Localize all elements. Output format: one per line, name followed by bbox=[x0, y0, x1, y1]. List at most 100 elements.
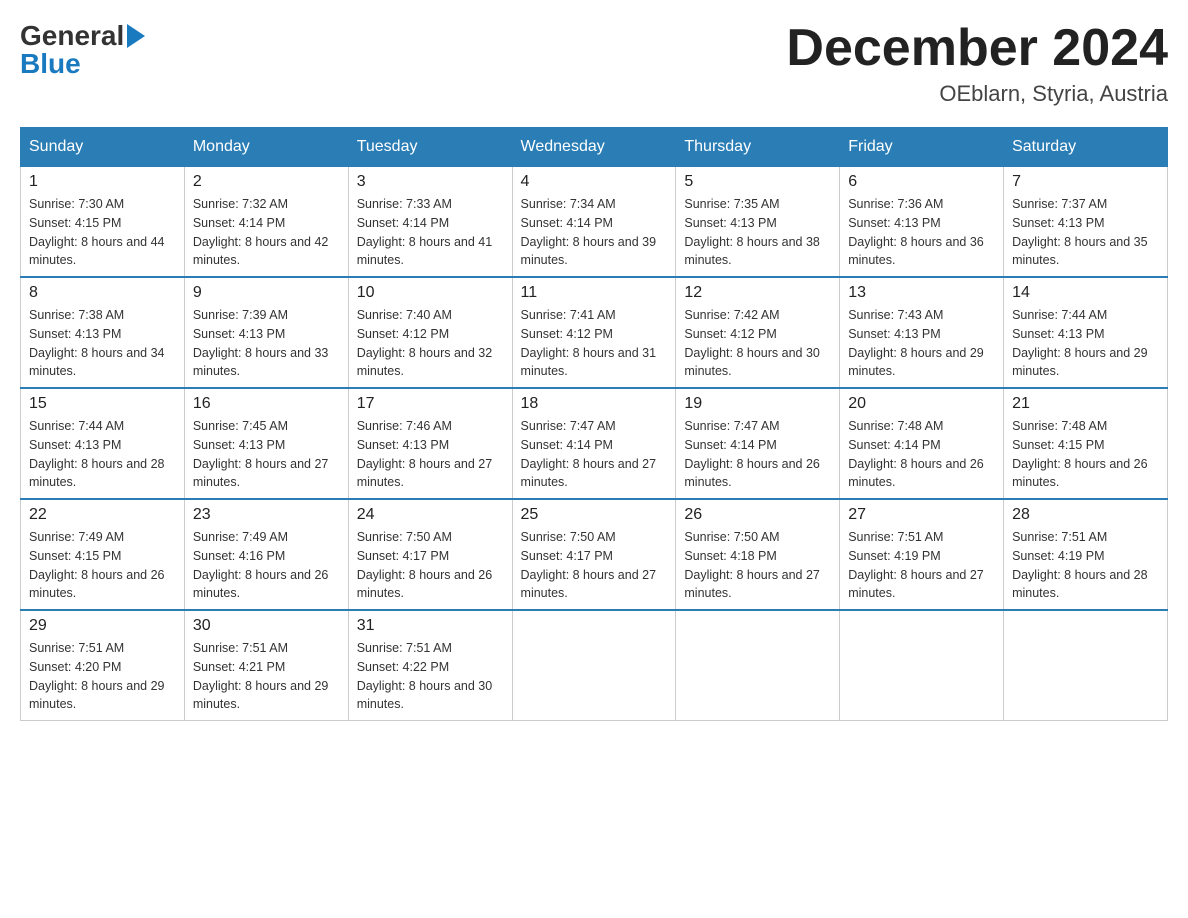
calendar-week-row: 15 Sunrise: 7:44 AM Sunset: 4:13 PM Dayl… bbox=[21, 388, 1168, 499]
logo-triangle-icon bbox=[127, 24, 145, 48]
day-info: Sunrise: 7:51 AM Sunset: 4:20 PM Dayligh… bbox=[29, 639, 176, 714]
calendar-cell bbox=[676, 610, 840, 721]
logo: General Blue bbox=[20, 20, 145, 80]
day-number: 23 bbox=[193, 506, 340, 524]
calendar-cell: 13 Sunrise: 7:43 AM Sunset: 4:13 PM Dayl… bbox=[840, 277, 1004, 388]
day-info: Sunrise: 7:35 AM Sunset: 4:13 PM Dayligh… bbox=[684, 195, 831, 270]
day-number: 21 bbox=[1012, 395, 1159, 413]
day-number: 2 bbox=[193, 173, 340, 191]
day-number: 1 bbox=[29, 173, 176, 191]
day-info: Sunrise: 7:49 AM Sunset: 4:16 PM Dayligh… bbox=[193, 528, 340, 603]
day-info: Sunrise: 7:48 AM Sunset: 4:15 PM Dayligh… bbox=[1012, 417, 1159, 492]
day-number: 29 bbox=[29, 617, 176, 635]
day-number: 13 bbox=[848, 284, 995, 302]
day-info: Sunrise: 7:44 AM Sunset: 4:13 PM Dayligh… bbox=[1012, 306, 1159, 381]
day-number: 20 bbox=[848, 395, 995, 413]
calendar-header-wednesday: Wednesday bbox=[512, 128, 676, 167]
calendar-cell: 18 Sunrise: 7:47 AM Sunset: 4:14 PM Dayl… bbox=[512, 388, 676, 499]
day-info: Sunrise: 7:33 AM Sunset: 4:14 PM Dayligh… bbox=[357, 195, 504, 270]
calendar-cell: 26 Sunrise: 7:50 AM Sunset: 4:18 PM Dayl… bbox=[676, 499, 840, 610]
calendar-cell: 5 Sunrise: 7:35 AM Sunset: 4:13 PM Dayli… bbox=[676, 167, 840, 278]
month-title: December 2024 bbox=[786, 20, 1168, 77]
calendar-cell: 6 Sunrise: 7:36 AM Sunset: 4:13 PM Dayli… bbox=[840, 167, 1004, 278]
calendar-cell: 27 Sunrise: 7:51 AM Sunset: 4:19 PM Dayl… bbox=[840, 499, 1004, 610]
day-info: Sunrise: 7:32 AM Sunset: 4:14 PM Dayligh… bbox=[193, 195, 340, 270]
day-number: 4 bbox=[521, 173, 668, 191]
calendar-cell: 29 Sunrise: 7:51 AM Sunset: 4:20 PM Dayl… bbox=[21, 610, 185, 721]
calendar-cell: 28 Sunrise: 7:51 AM Sunset: 4:19 PM Dayl… bbox=[1004, 499, 1168, 610]
day-number: 7 bbox=[1012, 173, 1159, 191]
calendar-cell: 10 Sunrise: 7:40 AM Sunset: 4:12 PM Dayl… bbox=[348, 277, 512, 388]
day-info: Sunrise: 7:51 AM Sunset: 4:21 PM Dayligh… bbox=[193, 639, 340, 714]
day-number: 19 bbox=[684, 395, 831, 413]
calendar-cell bbox=[1004, 610, 1168, 721]
calendar-cell: 15 Sunrise: 7:44 AM Sunset: 4:13 PM Dayl… bbox=[21, 388, 185, 499]
calendar-cell: 30 Sunrise: 7:51 AM Sunset: 4:21 PM Dayl… bbox=[184, 610, 348, 721]
calendar-cell: 8 Sunrise: 7:38 AM Sunset: 4:13 PM Dayli… bbox=[21, 277, 185, 388]
day-number: 26 bbox=[684, 506, 831, 524]
day-info: Sunrise: 7:42 AM Sunset: 4:12 PM Dayligh… bbox=[684, 306, 831, 381]
day-info: Sunrise: 7:36 AM Sunset: 4:13 PM Dayligh… bbox=[848, 195, 995, 270]
day-info: Sunrise: 7:43 AM Sunset: 4:13 PM Dayligh… bbox=[848, 306, 995, 381]
calendar-cell bbox=[512, 610, 676, 721]
day-number: 24 bbox=[357, 506, 504, 524]
calendar-header-tuesday: Tuesday bbox=[348, 128, 512, 167]
calendar-week-row: 8 Sunrise: 7:38 AM Sunset: 4:13 PM Dayli… bbox=[21, 277, 1168, 388]
day-number: 12 bbox=[684, 284, 831, 302]
day-number: 30 bbox=[193, 617, 340, 635]
calendar-cell: 24 Sunrise: 7:50 AM Sunset: 4:17 PM Dayl… bbox=[348, 499, 512, 610]
day-info: Sunrise: 7:37 AM Sunset: 4:13 PM Dayligh… bbox=[1012, 195, 1159, 270]
day-number: 14 bbox=[1012, 284, 1159, 302]
day-number: 28 bbox=[1012, 506, 1159, 524]
day-number: 31 bbox=[357, 617, 504, 635]
day-info: Sunrise: 7:39 AM Sunset: 4:13 PM Dayligh… bbox=[193, 306, 340, 381]
day-number: 10 bbox=[357, 284, 504, 302]
calendar-week-row: 1 Sunrise: 7:30 AM Sunset: 4:15 PM Dayli… bbox=[21, 167, 1168, 278]
day-number: 6 bbox=[848, 173, 995, 191]
calendar-cell: 22 Sunrise: 7:49 AM Sunset: 4:15 PM Dayl… bbox=[21, 499, 185, 610]
calendar-cell: 9 Sunrise: 7:39 AM Sunset: 4:13 PM Dayli… bbox=[184, 277, 348, 388]
calendar-cell: 23 Sunrise: 7:49 AM Sunset: 4:16 PM Dayl… bbox=[184, 499, 348, 610]
day-info: Sunrise: 7:46 AM Sunset: 4:13 PM Dayligh… bbox=[357, 417, 504, 492]
day-number: 11 bbox=[521, 284, 668, 302]
calendar-cell: 1 Sunrise: 7:30 AM Sunset: 4:15 PM Dayli… bbox=[21, 167, 185, 278]
day-number: 5 bbox=[684, 173, 831, 191]
calendar-cell bbox=[840, 610, 1004, 721]
day-number: 16 bbox=[193, 395, 340, 413]
day-info: Sunrise: 7:41 AM Sunset: 4:12 PM Dayligh… bbox=[521, 306, 668, 381]
calendar-cell: 16 Sunrise: 7:45 AM Sunset: 4:13 PM Dayl… bbox=[184, 388, 348, 499]
day-number: 9 bbox=[193, 284, 340, 302]
calendar-week-row: 29 Sunrise: 7:51 AM Sunset: 4:20 PM Dayl… bbox=[21, 610, 1168, 721]
day-info: Sunrise: 7:50 AM Sunset: 4:17 PM Dayligh… bbox=[521, 528, 668, 603]
day-number: 17 bbox=[357, 395, 504, 413]
calendar-table: SundayMondayTuesdayWednesdayThursdayFrid… bbox=[20, 127, 1168, 721]
day-info: Sunrise: 7:30 AM Sunset: 4:15 PM Dayligh… bbox=[29, 195, 176, 270]
logo-blue-text: Blue bbox=[20, 48, 81, 80]
location-text: OEblarn, Styria, Austria bbox=[786, 81, 1168, 107]
day-number: 3 bbox=[357, 173, 504, 191]
calendar-header-friday: Friday bbox=[840, 128, 1004, 167]
calendar-header-monday: Monday bbox=[184, 128, 348, 167]
day-number: 8 bbox=[29, 284, 176, 302]
day-info: Sunrise: 7:51 AM Sunset: 4:19 PM Dayligh… bbox=[848, 528, 995, 603]
day-info: Sunrise: 7:51 AM Sunset: 4:19 PM Dayligh… bbox=[1012, 528, 1159, 603]
day-info: Sunrise: 7:51 AM Sunset: 4:22 PM Dayligh… bbox=[357, 639, 504, 714]
day-info: Sunrise: 7:50 AM Sunset: 4:18 PM Dayligh… bbox=[684, 528, 831, 603]
calendar-cell: 14 Sunrise: 7:44 AM Sunset: 4:13 PM Dayl… bbox=[1004, 277, 1168, 388]
day-info: Sunrise: 7:34 AM Sunset: 4:14 PM Dayligh… bbox=[521, 195, 668, 270]
day-info: Sunrise: 7:50 AM Sunset: 4:17 PM Dayligh… bbox=[357, 528, 504, 603]
day-info: Sunrise: 7:38 AM Sunset: 4:13 PM Dayligh… bbox=[29, 306, 176, 381]
calendar-week-row: 22 Sunrise: 7:49 AM Sunset: 4:15 PM Dayl… bbox=[21, 499, 1168, 610]
day-info: Sunrise: 7:47 AM Sunset: 4:14 PM Dayligh… bbox=[521, 417, 668, 492]
day-info: Sunrise: 7:49 AM Sunset: 4:15 PM Dayligh… bbox=[29, 528, 176, 603]
day-number: 22 bbox=[29, 506, 176, 524]
day-info: Sunrise: 7:47 AM Sunset: 4:14 PM Dayligh… bbox=[684, 417, 831, 492]
page-header: General Blue December 2024 OEblarn, Styr… bbox=[20, 20, 1168, 107]
calendar-cell: 19 Sunrise: 7:47 AM Sunset: 4:14 PM Dayl… bbox=[676, 388, 840, 499]
calendar-cell: 3 Sunrise: 7:33 AM Sunset: 4:14 PM Dayli… bbox=[348, 167, 512, 278]
calendar-header-sunday: Sunday bbox=[21, 128, 185, 167]
day-number: 15 bbox=[29, 395, 176, 413]
calendar-cell: 25 Sunrise: 7:50 AM Sunset: 4:17 PM Dayl… bbox=[512, 499, 676, 610]
title-section: December 2024 OEblarn, Styria, Austria bbox=[786, 20, 1168, 107]
calendar-cell: 17 Sunrise: 7:46 AM Sunset: 4:13 PM Dayl… bbox=[348, 388, 512, 499]
